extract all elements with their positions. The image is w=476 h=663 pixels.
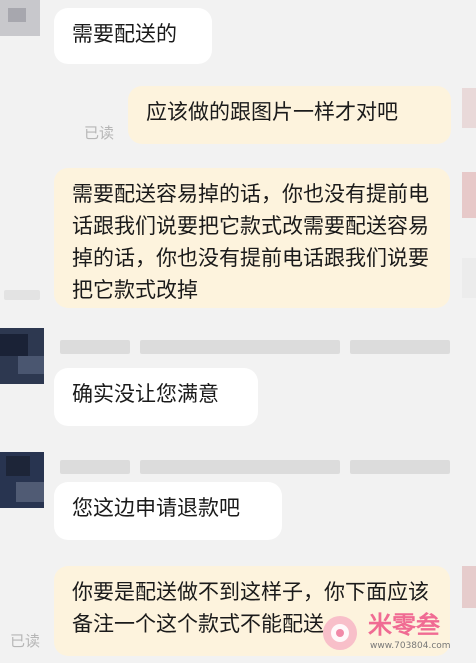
read-receipt — [4, 290, 40, 300]
divider — [462, 258, 476, 298]
sender-name — [140, 340, 340, 354]
sender-name — [140, 460, 340, 474]
watermark-logo: 米零叁 www.703804.com — [318, 609, 468, 655]
sender-name — [60, 340, 130, 354]
message-bubble: 您这边申请退款吧 — [54, 482, 282, 540]
message-text: 需要配送容易掉的话，你也没有提前电话跟我们说要把它款式改需要配送容易掉的话，你也… — [72, 182, 429, 302]
watermark-site: www.703804.com — [370, 641, 451, 651]
sender-name — [350, 340, 450, 354]
read-receipt: 已读 — [84, 124, 115, 142]
sender-name — [60, 460, 130, 474]
avatar[interactable] — [462, 88, 476, 128]
message-bubble: 确实没让您满意 — [54, 368, 258, 426]
message-bubble: 应该做的跟图片一样才对吧 — [128, 86, 451, 144]
message-text: 应该做的跟图片一样才对吧 — [146, 100, 398, 124]
avatar[interactable] — [462, 566, 476, 608]
message-text: 确实没让您满意 — [72, 382, 219, 406]
avatar[interactable] — [0, 452, 44, 508]
avatar[interactable] — [0, 328, 44, 384]
read-receipt: 已读 — [10, 632, 41, 650]
message-text: 需要配送的 — [72, 22, 177, 46]
message-bubble: 需要配送的 — [54, 8, 212, 64]
avatar[interactable] — [0, 0, 40, 36]
sender-name — [350, 460, 450, 474]
avatar[interactable] — [462, 172, 476, 218]
message-text: 您这边申请退款吧 — [72, 496, 240, 520]
watermark-brand: 米零叁 — [368, 611, 440, 639]
message-bubble: 需要配送容易掉的话，你也没有提前电话跟我们说要把它款式改需要配送容易掉的话，你也… — [54, 168, 450, 308]
